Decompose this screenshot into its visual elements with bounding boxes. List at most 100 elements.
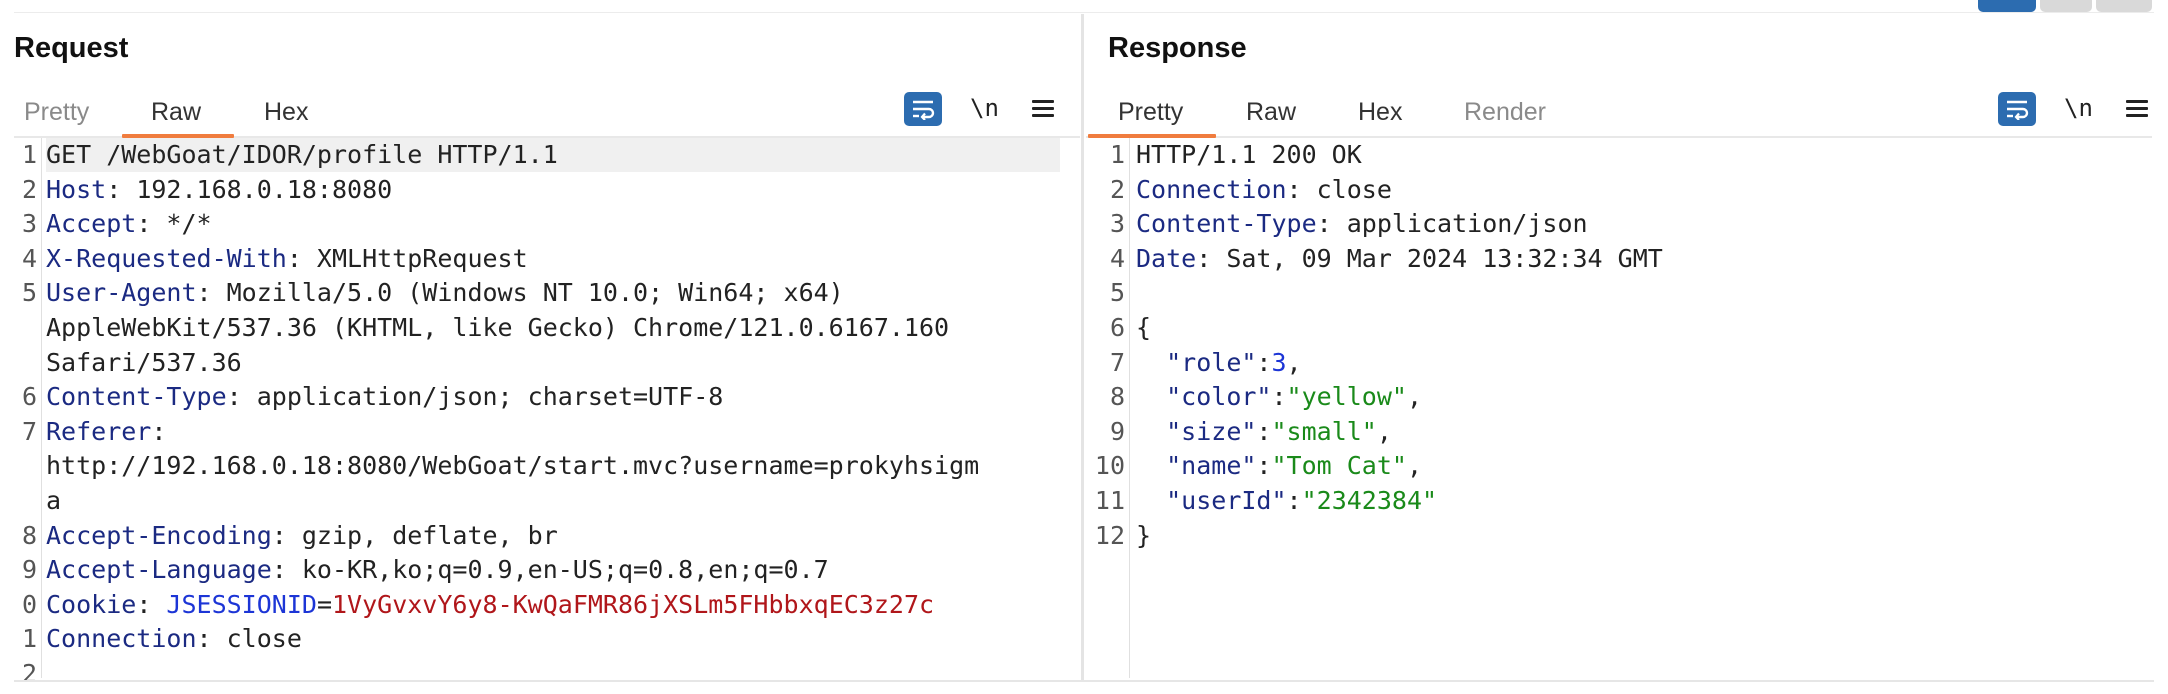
code-token: : */* (136, 209, 212, 238)
hamburger-menu-icon (2126, 100, 2148, 103)
request-menu-button[interactable] (1032, 100, 1054, 118)
code-token: "Tom Cat" (1271, 451, 1407, 480)
code-line: "role":3, (1136, 346, 1302, 380)
code-token: "2342384" (1301, 486, 1438, 515)
code-token: "color" (1166, 382, 1272, 411)
request-line-gutter: 1 2 3 4 5 6 7 8 9 0 1 2 (14, 138, 42, 688)
code-line: { (1136, 311, 1151, 345)
code-token: : application/json (1316, 209, 1588, 238)
code-token: "size" (1166, 417, 1257, 446)
code-token: http://192.168.0.18:8080/WebGoat/start.m… (46, 451, 980, 480)
code-token: Date (1136, 244, 1197, 273)
code-token: , (1376, 417, 1392, 446)
code-token: AppleWebKit/537.36 (KHTML, like Gecko) C… (46, 313, 950, 342)
code-line: "size":"small", (1136, 415, 1392, 449)
code-line: Connection: close (46, 622, 302, 656)
line-number: 1 (21, 140, 37, 169)
code-token: : 192.168.0.18:8080 (106, 175, 393, 204)
code-line: "name":"Tom Cat", (1136, 449, 1422, 483)
line-number: 2 (21, 175, 37, 204)
code-token: User-Agent (46, 278, 197, 307)
code-token: , (1406, 382, 1423, 411)
line-number: 6 (21, 382, 37, 411)
code-token: JSESSIONID (166, 590, 317, 619)
line-number: 3 (21, 209, 37, 238)
code-line: Accept-Encoding: gzip, deflate, br (46, 519, 558, 553)
code-line: Content-Type: application/json (1136, 207, 1588, 241)
code-token: Accept-Language (46, 555, 272, 584)
code-token: Cookie (46, 590, 137, 619)
line-number: 5 (21, 278, 37, 307)
line-number: 2 (1109, 175, 1125, 204)
code-token: : Sat, 09 Mar 2024 13:32:34 GMT (1196, 244, 1663, 273)
code-line: Connection: close (1136, 173, 1392, 207)
code-token: Content-Type (1136, 209, 1317, 238)
line-number: 9 (1109, 417, 1125, 446)
code-token: a (46, 486, 62, 515)
code-token: Safari/537.36 (46, 348, 242, 377)
request-title: Request (14, 32, 129, 64)
code-token: : close (196, 624, 302, 653)
code-token: , (1406, 451, 1423, 480)
response-pane: Response Pretty Raw Hex Render \n 123456… (1086, 14, 2152, 680)
response-title: Response (1108, 32, 1247, 64)
code-token: "name" (1166, 451, 1257, 480)
code-token: : (1286, 486, 1302, 515)
code-token: : (136, 590, 167, 619)
code-token: } (1136, 521, 1152, 550)
code-token: : ko-KR,ko;q=0.9,en-US;q=0.8,en;q=0.7 (271, 555, 829, 584)
code-token: Connection (46, 624, 197, 653)
code-token: : (151, 417, 167, 446)
response-line-gutter: 1 2 3 4 5 6 7 8 9 10 11 12 (1086, 138, 1130, 678)
request-newline-toggle[interactable]: \n (970, 94, 999, 122)
layout-toggle-split[interactable] (1978, 0, 2036, 12)
request-editor[interactable]: 1 2 3 4 5 6 7 8 9 0 1 2 GET /WebGoat/IDOR/profile H… (14, 138, 1080, 688)
code-line: User-Agent: Mozilla/5.0 (Windows NT 10.0… (46, 276, 844, 310)
line-number: 12 (1094, 521, 1125, 550)
wrap-lines-icon (913, 100, 935, 120)
line-number: 2 (21, 659, 37, 688)
code-line: GET /WebGoat/IDOR/profile HTTP/1.1 (46, 138, 558, 172)
code-token: : close (1286, 175, 1392, 204)
code-token: : XMLHttpRequest (286, 244, 528, 273)
line-number: 7 (21, 417, 37, 446)
code-token: : application/json; charset=UTF-8 (226, 382, 724, 411)
line-number: 1 (1109, 140, 1125, 169)
line-number: 1 (21, 624, 37, 653)
line-number: 9 (21, 555, 37, 584)
line-number: 10 (1094, 451, 1125, 480)
code-token: : (1256, 417, 1272, 446)
code-line: Safari/537.36 (46, 346, 242, 380)
code-token: 1VyGvxvY6y8-KwQaFMR86jXSLm5FHbbxqEC3z27c (332, 590, 935, 619)
layout-toggle-horizontal[interactable] (2040, 0, 2092, 12)
response-newline-toggle[interactable]: \n (2064, 94, 2093, 122)
code-token: Host (46, 175, 107, 204)
layout-toggle-vertical[interactable] (2096, 0, 2152, 12)
code-token: : gzip, deflate, br (271, 521, 558, 550)
code-token: , (1286, 348, 1302, 377)
code-line: AppleWebKit/537.36 (KHTML, like Gecko) C… (46, 311, 949, 345)
code-line: Content-Type: application/json; charset=… (46, 380, 723, 414)
line-number: 8 (21, 521, 37, 550)
pane-divider[interactable] (1081, 14, 1084, 680)
request-toolbar: \n (14, 92, 1080, 128)
line-number: 4 (1109, 244, 1125, 273)
response-menu-button[interactable] (2126, 100, 2148, 118)
response-editor[interactable]: 1 2 3 4 5 6 7 8 9 10 11 12 HTTP/1.1 200 OK Connectio… (1086, 138, 2152, 678)
code-line: Referer: (46, 415, 166, 449)
response-wrap-lines-button[interactable] (1998, 92, 2036, 126)
code-line: http://192.168.0.18:8080/WebGoat/start.m… (46, 449, 979, 483)
code-token: : (1256, 348, 1272, 377)
code-line: Accept-Language: ko-KR,ko;q=0.9,en-US;q=… (46, 553, 829, 587)
line-number: 4 (21, 244, 37, 273)
code-token: Accept (46, 209, 137, 238)
code-token: : (1271, 382, 1287, 411)
code-line: a (46, 484, 61, 518)
code-token: "role" (1166, 348, 1257, 377)
request-wrap-lines-button[interactable] (904, 92, 942, 126)
code-token: { (1136, 313, 1152, 342)
